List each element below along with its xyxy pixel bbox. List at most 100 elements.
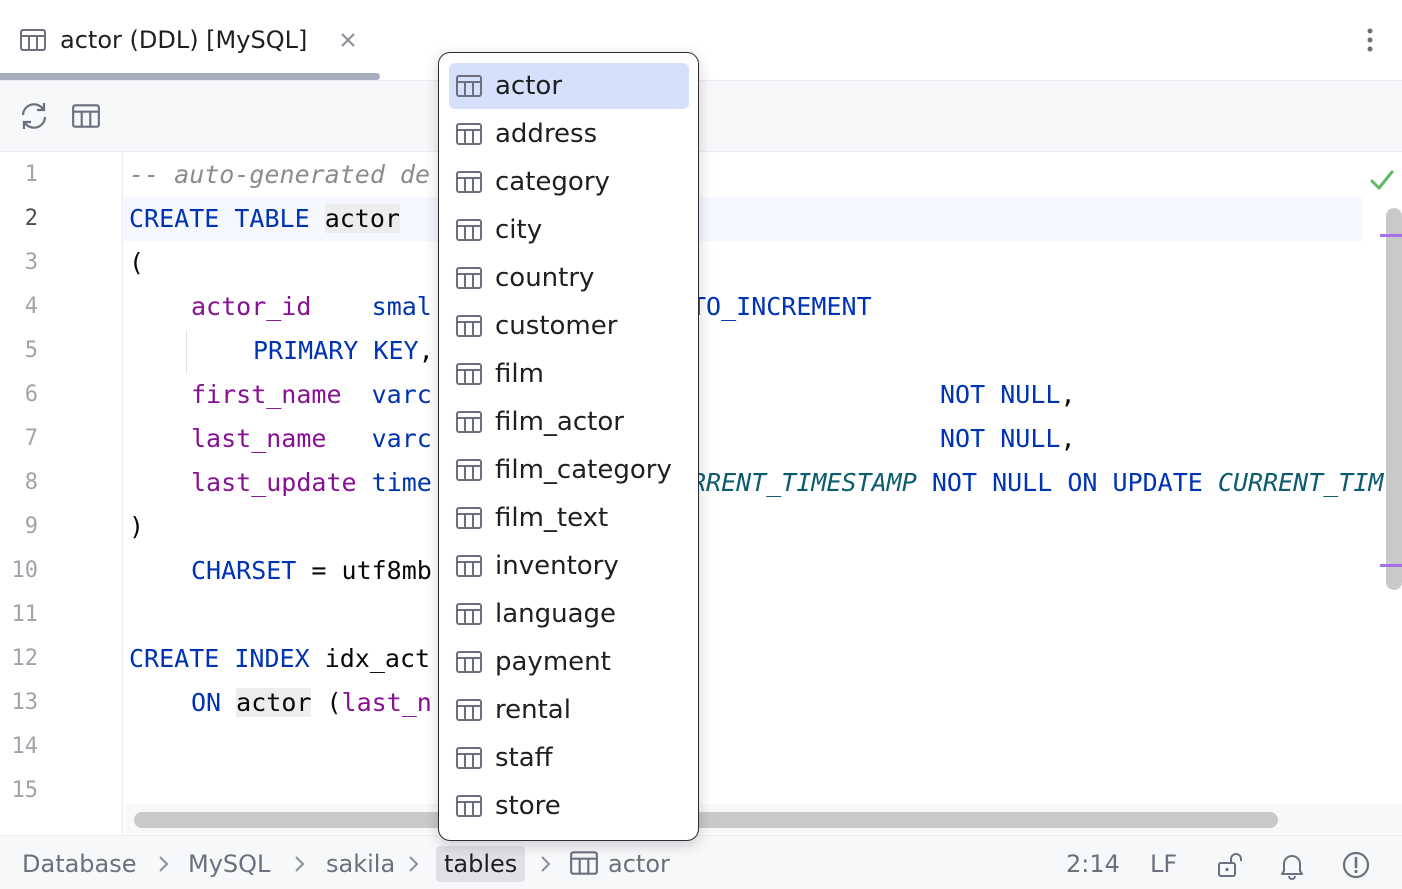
popup-item-city[interactable]: city [449, 207, 689, 253]
breadcrumb-mysql[interactable]: MySQL [188, 846, 270, 882]
popup-item-payment[interactable]: payment [449, 639, 689, 685]
popup-item-country[interactable]: country [449, 255, 689, 301]
line-number: 3 [0, 241, 38, 285]
line-ending[interactable]: LF [1150, 846, 1177, 882]
code-text: idx_act [310, 644, 430, 673]
popup-item-label: category [495, 166, 610, 198]
code-identifier-highlighted: actor [236, 688, 311, 717]
line-number: 11 [0, 593, 38, 637]
code-keyword: PRIMARY [253, 336, 358, 365]
popup-item-inventory[interactable]: inventory [449, 543, 689, 589]
code-keyword: ON [191, 688, 221, 717]
breadcrumb-sakila[interactable]: sakila [326, 846, 395, 882]
line-number: 1 [0, 153, 38, 197]
table-icon [569, 848, 599, 878]
table-icon [455, 456, 483, 484]
code-function: RRENT_TIMESTAMP [691, 468, 917, 497]
breadcrumb-actor[interactable]: actor [608, 846, 670, 882]
line-number: 14 [0, 725, 38, 769]
popup-item-store[interactable]: store [449, 783, 689, 829]
popup-item-label: address [495, 118, 597, 150]
line-number: 9 [0, 505, 38, 549]
refresh-button[interactable] [16, 98, 52, 134]
code-keyword: NULL [1000, 380, 1060, 409]
editor-tab-bar: actor (DDL) [MySQL] [0, 0, 1402, 81]
code-comment: -- auto-generated de [129, 160, 430, 189]
code-line-5: PRIMARY KEY, [253, 329, 434, 373]
line-number: 13 [0, 681, 38, 725]
popup-item-staff[interactable]: staff [449, 735, 689, 781]
popup-item-label: inventory [495, 550, 619, 582]
popup-item-film-category[interactable]: film_category [449, 447, 689, 493]
unlock-icon[interactable] [1216, 850, 1246, 880]
popup-item-label: language [495, 598, 616, 630]
code-punct: , [419, 336, 434, 365]
code-punct: ( [311, 688, 341, 717]
horizontal-scrollbar[interactable] [134, 812, 1278, 828]
popup-item-customer[interactable]: customer [449, 303, 689, 349]
table-icon [455, 168, 483, 196]
table-view-button[interactable] [68, 98, 104, 134]
breadcrumb-tables[interactable]: tables [436, 846, 525, 882]
code-punct: , [1060, 380, 1075, 409]
popup-item-film[interactable]: film [449, 351, 689, 397]
code-keyword: CREATE [129, 644, 219, 673]
code-line-7: last_name varc [191, 417, 432, 461]
popup-item-category[interactable]: category [449, 159, 689, 205]
code-type: varc [372, 380, 432, 409]
code-punct: ( [129, 248, 144, 277]
popup-item-film-actor[interactable]: film_actor [449, 399, 689, 445]
popup-item-actor[interactable]: actor [449, 63, 689, 109]
code-keyword: CREATE [129, 204, 219, 233]
popup-item-address[interactable]: address [449, 111, 689, 157]
line-number-gutter[interactable]: 1 2 3 4 5 6 7 8 9 10 11 12 13 14 15 [0, 152, 123, 834]
table-icon [19, 26, 47, 54]
code-type: time [372, 468, 432, 497]
popup-item-label: film [495, 358, 544, 390]
table-icon [455, 648, 483, 676]
warning-icon[interactable] [1341, 850, 1371, 880]
code-line-9: ) [129, 505, 144, 549]
line-number: 8 [0, 461, 38, 505]
check-icon[interactable] [1368, 166, 1396, 194]
line-number: 15 [0, 769, 38, 813]
code-keyword: KEY [373, 336, 418, 365]
popup-item-label: film_category [495, 454, 672, 486]
line-number: 6 [0, 373, 38, 417]
popup-item-label: store [495, 790, 561, 822]
popup-item-rental[interactable]: rental [449, 687, 689, 733]
caret-position[interactable]: 2:14 [1066, 846, 1120, 882]
vertical-scrollbar[interactable] [1386, 208, 1402, 590]
code-type: varc [372, 424, 432, 453]
popup-item-label: country [495, 262, 594, 294]
chevron-right-icon [536, 853, 554, 875]
chevron-right-icon [290, 853, 308, 875]
close-icon[interactable] [337, 29, 359, 51]
code-line-8: last_update time [191, 461, 432, 505]
bell-icon[interactable] [1277, 850, 1307, 880]
more-options-icon[interactable] [1357, 24, 1383, 56]
code-punct: , [1060, 424, 1075, 453]
code-keyword: NULL [992, 468, 1052, 497]
popup-item-label: film_text [495, 502, 608, 534]
tab-actor-ddl[interactable]: actor (DDL) [MySQL] [0, 0, 380, 80]
popup-item-label: actor [495, 70, 562, 102]
popup-item-language[interactable]: language [449, 591, 689, 637]
code-line-8-tail: RRENT_TIMESTAMP NOT NULL ON UPDATE CURRE… [691, 461, 1383, 505]
indent-guide [186, 330, 187, 374]
scroll-marker [1380, 564, 1402, 567]
editor-toolbar [0, 81, 1402, 152]
popup-item-film-text[interactable]: film_text [449, 495, 689, 541]
table-icon [455, 120, 483, 148]
code-line-6-tail: NOT NULL, [940, 373, 1076, 417]
status-bar: Database MySQL sakila tables actor 2:14 … [0, 835, 1402, 889]
active-tab-indicator [0, 73, 380, 80]
breadcrumb-database[interactable]: Database [22, 846, 137, 882]
popup-item-label: staff [495, 742, 553, 774]
code-line-2: CREATE TABLE actor [129, 197, 400, 241]
table-icon [455, 216, 483, 244]
code-editor[interactable]: 1 2 3 4 5 6 7 8 9 10 11 12 13 14 15 -- a… [0, 152, 1402, 834]
code-line-12: CREATE INDEX idx_act [129, 637, 430, 681]
line-number: 7 [0, 417, 38, 461]
popup-item-label: customer [495, 310, 617, 342]
